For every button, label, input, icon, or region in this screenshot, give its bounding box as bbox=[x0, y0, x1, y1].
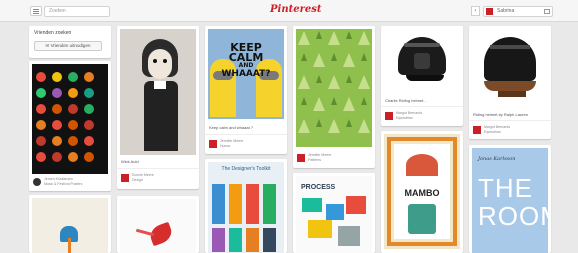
top-bar: Zoeken Pinterest ‹ Sabrina bbox=[0, 0, 578, 22]
search-input[interactable]: Zoeken bbox=[44, 6, 110, 17]
pin-image[interactable] bbox=[120, 199, 196, 253]
mambo-title: MAMBO bbox=[404, 188, 440, 198]
board-name[interactable]: Patterns bbox=[308, 158, 321, 162]
pin-tent-pattern[interactable]: Jennifer Meere Patterns bbox=[293, 26, 375, 168]
invite-friends-label: Vrienden uitnodigen bbox=[50, 43, 91, 48]
pin-riding-helmet-1[interactable]: Charlie Riding helmet... Margot Bernards… bbox=[381, 26, 463, 126]
toolkit-title: The Designer's Toolkit bbox=[221, 166, 271, 172]
pinner-name[interactable]: Jeroen Kristiansen bbox=[44, 177, 73, 181]
user-name: Sabrina bbox=[497, 8, 515, 14]
avatar bbox=[486, 8, 493, 15]
pin-riding-helmet-2[interactable]: Riding helmet by Ralph Lauren Margot Ber… bbox=[469, 26, 551, 139]
pin-wednesday[interactable]: Wick Auld Sonnie Meere Design bbox=[117, 26, 199, 189]
avatar[interactable] bbox=[473, 126, 481, 134]
board-name[interactable]: Equestrian bbox=[396, 116, 413, 120]
pin-keep-calm[interactable]: KEEP CALM AND WHAAAT? Keep calm and whaa… bbox=[205, 26, 287, 154]
pin-image[interactable]: Jonas Karlsson THE ROOM bbox=[472, 148, 551, 253]
board-name[interactable]: Humor bbox=[220, 144, 231, 148]
pin-image[interactable]: KEEP CALM AND WHAAAT? bbox=[208, 29, 284, 119]
pin-designers-toolkit[interactable]: The Designer's Toolkit bbox=[205, 159, 287, 253]
pin-description: Keep calm and whaaat ? bbox=[209, 125, 254, 130]
pin-image[interactable]: The Designer's Toolkit bbox=[208, 162, 284, 253]
messages-icon[interactable] bbox=[544, 9, 550, 14]
book-title-line2: ROOM bbox=[478, 201, 551, 231]
board-name[interactable]: Design bbox=[132, 178, 143, 182]
pin-process-infographic[interactable]: PROCESS bbox=[293, 173, 375, 253]
pinner-name[interactable]: Sonnie Meere bbox=[132, 173, 154, 177]
pinner-name[interactable]: Margot Bernards bbox=[396, 111, 422, 115]
pin-image[interactable]: PROCESS bbox=[296, 176, 372, 253]
invite-friends-button[interactable]: ✉ Vrienden uitnodigen bbox=[34, 41, 102, 51]
pin-dots-poster[interactable]: Jeroen Kristiansen Music & Festival Post… bbox=[29, 61, 111, 191]
pin-image[interactable] bbox=[384, 29, 460, 95]
pin-red-bird[interactable] bbox=[117, 196, 199, 253]
pin-description: Riding helmet by Ralph Lauren bbox=[473, 112, 528, 117]
book-author: Jonas Karlsson bbox=[478, 156, 516, 162]
pin-image[interactable] bbox=[32, 198, 108, 253]
pin-image[interactable] bbox=[296, 29, 372, 147]
menu-icon[interactable] bbox=[30, 6, 42, 16]
pinterest-logo[interactable]: Pinterest bbox=[270, 4, 321, 15]
pinner-name[interactable]: Jennifer Meere bbox=[220, 139, 243, 143]
keep-calm-line4: WHAAAT? bbox=[221, 69, 271, 79]
board-name[interactable]: Equestrian bbox=[484, 130, 501, 134]
avatar[interactable] bbox=[385, 112, 393, 120]
user-menu[interactable]: Sabrina bbox=[483, 6, 553, 17]
pin-the-room-book[interactable]: Jonas Karlsson THE ROOM bbox=[469, 145, 551, 253]
pin-description: Wick Auld bbox=[121, 159, 139, 164]
pin-bird-poster[interactable] bbox=[29, 195, 111, 253]
pin-mambo-poster[interactable]: MAMBO bbox=[381, 131, 463, 253]
pin-image[interactable] bbox=[32, 64, 108, 174]
avatar[interactable] bbox=[297, 154, 305, 162]
back-arrow-icon[interactable]: ‹ bbox=[471, 6, 480, 16]
pin-image[interactable]: MAMBO bbox=[384, 134, 460, 249]
avatar[interactable] bbox=[121, 174, 129, 182]
find-friends-card: Vrienden zoeken ✉ Vrienden uitnodigen bbox=[29, 26, 111, 58]
pin-description: Charlie Riding helmet... bbox=[385, 98, 427, 103]
pinner-name[interactable]: Margot Bernards bbox=[484, 125, 510, 129]
avatar[interactable] bbox=[33, 178, 41, 186]
avatar[interactable] bbox=[209, 140, 217, 148]
board-name[interactable]: Music & Festival Posters bbox=[44, 182, 82, 186]
pin-image[interactable] bbox=[120, 29, 196, 155]
pin-image[interactable] bbox=[472, 29, 548, 107]
book-title-line1: THE bbox=[478, 173, 533, 203]
process-label: PROCESS bbox=[301, 184, 336, 191]
pinner-name[interactable]: Jennifer Meere bbox=[308, 153, 331, 157]
find-friends-title: Vrienden zoeken bbox=[34, 30, 72, 36]
